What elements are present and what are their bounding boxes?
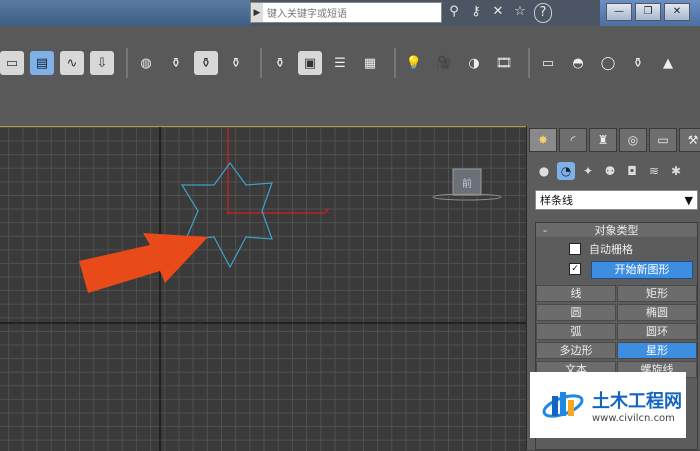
title-bar-left [0, 0, 250, 26]
create-category-icons: ● ◔ ✦ ⚉ ◘ ≋ ✱ [535, 162, 685, 180]
schematic-icon[interactable]: ▦ [358, 51, 382, 75]
close-button[interactable]: ✕ [664, 3, 690, 21]
secondary-toolbar [0, 92, 700, 127]
teapot-material-icon[interactable]: ⚱ [164, 51, 188, 75]
toolbar-separator [528, 48, 530, 78]
pointer-arrow [79, 233, 208, 293]
main-toolbar: ▭ ▤ ∿ ⇩ ◍ ⚱ ⚱ ⚱ ⚱ ▣ ☰ ▦ 💡 🎥 ◑ 🎞 ▭ ◓ ◯ ⚱ … [0, 26, 700, 93]
star-shape[interactable] [180, 161, 273, 269]
viewcube-label: 前 [462, 177, 472, 190]
star-icon[interactable]: ☆ [512, 3, 528, 21]
search-input[interactable]: ▶ 键入关键字或短语 [250, 2, 442, 23]
dropdown-value: 样条线 [540, 194, 573, 207]
plane-icon[interactable]: ▭ [536, 51, 560, 75]
start-new-shape-row: ✓ [569, 263, 589, 275]
watermark-title: 土木工程网 [592, 390, 682, 412]
binoculars-icon[interactable]: ⚲ [446, 3, 462, 21]
watermark-url: www.civilcn.com [592, 412, 675, 424]
arc-button[interactable]: 弧 [536, 323, 616, 340]
hierarchy-tab-icon[interactable]: ♜ [589, 128, 617, 152]
watermark-text: 土木工程网 www.civilcn.com [592, 387, 682, 424]
shape-buttons: 线 矩形 圆 椭圆 弧 圆环 多边形 星形 文本 螺旋线 [536, 285, 697, 378]
help-icon[interactable]: ? [534, 3, 552, 23]
motion-tab-icon[interactable]: ◎ [619, 128, 647, 152]
start-new-shape-button[interactable]: 开始新图形 [591, 261, 693, 279]
start-new-shape-checkbox[interactable]: ✓ [569, 263, 581, 275]
watermark: 土木工程网 www.civilcn.com [530, 372, 686, 438]
satellite-icon[interactable]: ✕ [490, 3, 506, 21]
list-icon[interactable]: ☰ [328, 51, 352, 75]
restore-button[interactable]: ❐ [635, 3, 661, 21]
toolbar-separator [126, 48, 128, 78]
title-bar: ▶ 键入关键字或短语 ⚲ ⚷ ✕ ☆ ? — ❐ ✕ [0, 0, 700, 26]
lights-icon[interactable]: ✦ [579, 162, 597, 180]
rectangle-button[interactable]: 矩形 [617, 285, 697, 302]
window-controls: — ❐ ✕ [606, 3, 690, 21]
toolbar-row: ▭ ▤ ∿ ⇩ ◍ ⚱ ⚱ ⚱ ⚱ ▣ ☰ ▦ 💡 🎥 ◑ 🎞 ▭ ◓ ◯ ⚱ … [0, 48, 686, 78]
auto-grid-label: 自动栅格 [589, 243, 633, 256]
command-panel-tabs: ✸ ◜ ♜ ◎ ▭ ⚒ [529, 128, 700, 152]
toolbar-separator [394, 48, 396, 78]
systems-icon[interactable]: ✱ [667, 162, 685, 180]
chevron-down-icon: ▼ [684, 193, 693, 207]
render-setup-icon[interactable]: ⚱ [194, 51, 218, 75]
rollout-title: 对象类型 [594, 224, 639, 237]
star-button[interactable]: 星形 [617, 342, 697, 359]
shapes-icon[interactable]: ◔ [557, 162, 575, 180]
key-icon[interactable]: ⚷ [468, 3, 484, 21]
teapot-icon[interactable]: ⚱ [626, 51, 650, 75]
search-placeholder: 键入关键字或短语 [267, 9, 347, 20]
viewport-canvas: x 前 [0, 127, 526, 451]
space-warps-icon[interactable]: ≋ [645, 162, 663, 180]
cameras-icon[interactable]: ⚉ [601, 162, 619, 180]
ellipse-button[interactable]: 椭圆 [617, 304, 697, 321]
modify-tab-icon[interactable]: ◜ [559, 128, 587, 152]
watermark-logo-icon [540, 382, 586, 428]
collapse-icon[interactable]: - [536, 224, 554, 237]
auto-grid-checkbox[interactable] [569, 243, 581, 255]
geometry-icon[interactable]: ● [535, 162, 553, 180]
render-icon[interactable]: ⚱ [268, 51, 292, 75]
ngon-button[interactable]: 多边形 [536, 342, 616, 359]
dome-icon[interactable]: ◓ [566, 51, 590, 75]
line-button[interactable]: 线 [536, 285, 616, 302]
shape-category-dropdown[interactable]: 样条线 ▼ [535, 190, 698, 210]
minimize-button[interactable]: — [606, 3, 632, 21]
viewcube[interactable]: 前 [432, 168, 502, 201]
video-icon[interactable]: 🎞 [492, 51, 516, 75]
curve-editor-icon[interactable]: ∿ [60, 51, 84, 75]
dope-sheet-icon[interactable]: ⇩ [90, 51, 114, 75]
rollout-header[interactable]: - 对象类型 [536, 223, 697, 237]
material-editor-icon[interactable]: ◍ [134, 51, 158, 75]
layer-manager-icon[interactable]: ▤ [30, 51, 54, 75]
render-teapot-icon[interactable]: ⚱ [224, 51, 248, 75]
light-icon[interactable]: 💡 [402, 51, 426, 75]
helpers-icon[interactable]: ◘ [623, 162, 641, 180]
select-icon[interactable]: ▭ [0, 51, 24, 75]
helper-icon[interactable]: ◑ [462, 51, 486, 75]
utilities-tab-icon[interactable]: ⚒ [679, 128, 700, 152]
auto-grid-row: 自动栅格 [569, 241, 633, 257]
cone-icon[interactable]: ▲ [656, 51, 680, 75]
camera-icon[interactable]: 🎥 [432, 51, 456, 75]
donut-button[interactable]: 圆环 [617, 323, 697, 340]
x-axis-label: x [324, 206, 330, 216]
rendered-frame-icon[interactable]: ▣ [298, 51, 322, 75]
create-tab-icon[interactable]: ✸ [529, 128, 557, 152]
search-expand-icon[interactable]: ▶ [251, 3, 263, 22]
circle-button[interactable]: 圆 [536, 304, 616, 321]
viewport-front[interactable]: x 前 [0, 126, 526, 451]
sphere-icon[interactable]: ◯ [596, 51, 620, 75]
display-tab-icon[interactable]: ▭ [649, 128, 677, 152]
toolbar-separator [260, 48, 262, 78]
title-icons: ⚲ ⚷ ✕ ☆ ? [446, 3, 552, 23]
